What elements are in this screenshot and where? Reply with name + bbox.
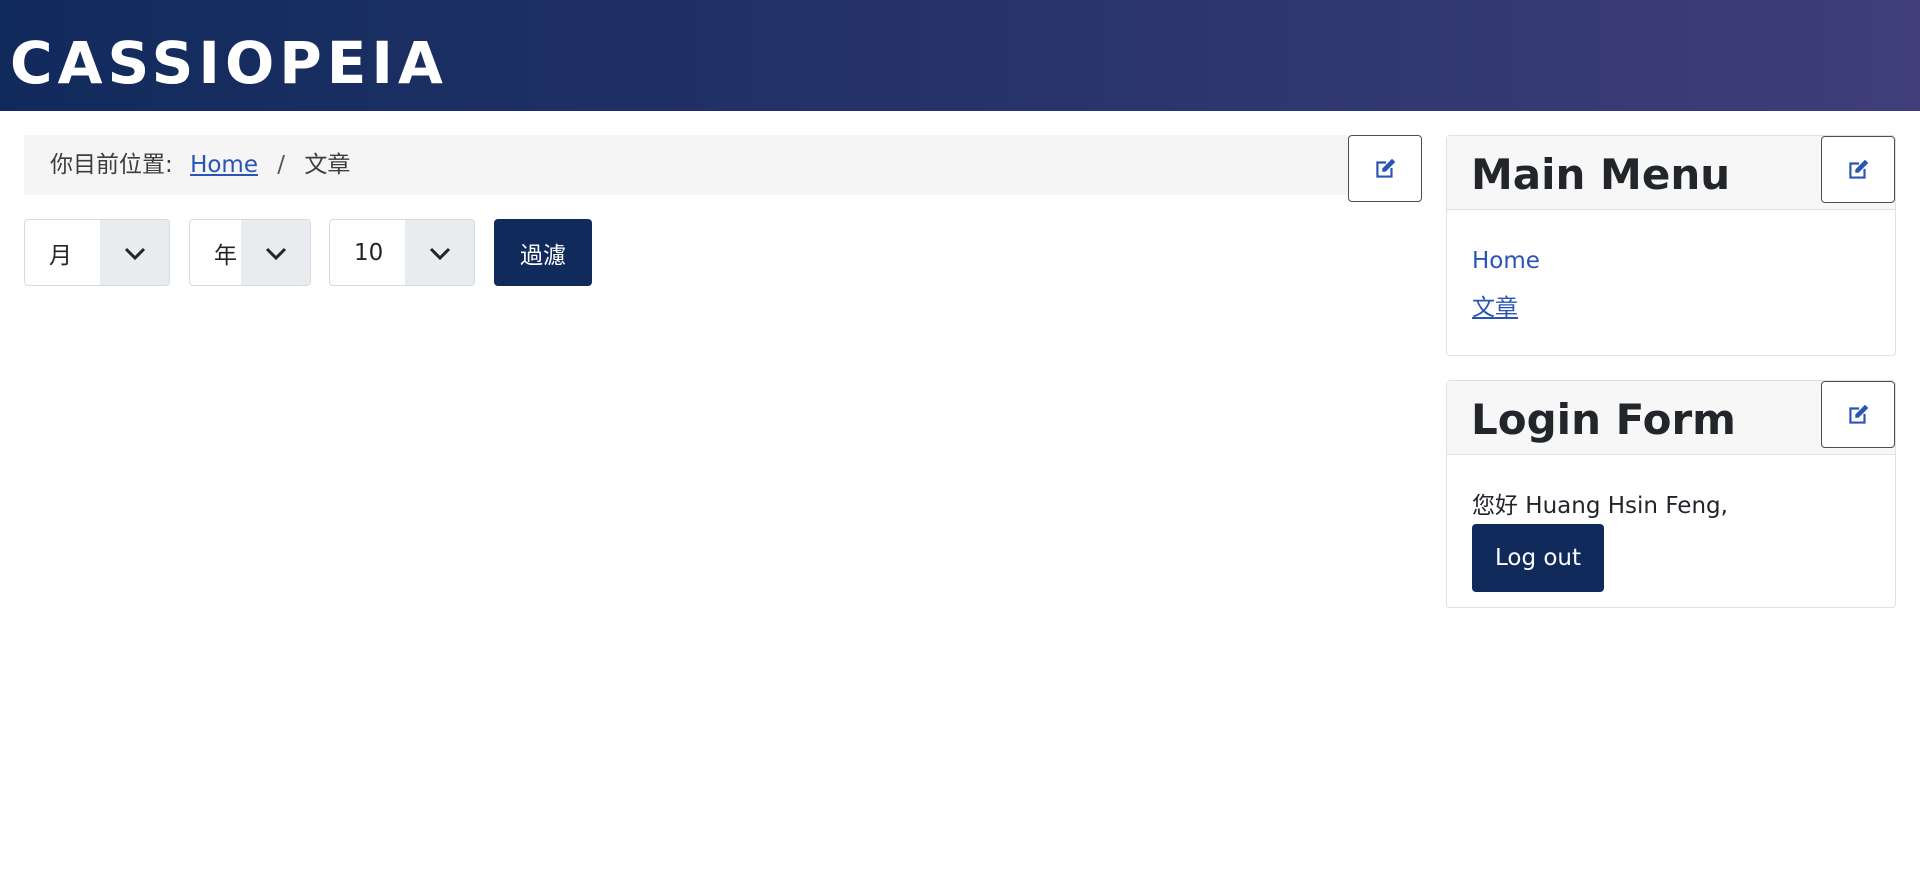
year-select[interactable]: 年 — [189, 219, 311, 286]
breadcrumb-trail: 你目前位置: Home / 文章 — [50, 150, 350, 180]
login-greeting: 您好 Huang Hsin Feng, — [1472, 493, 1728, 519]
limit-select-toggle[interactable] — [405, 220, 474, 285]
limit-select[interactable]: 10 — [329, 219, 475, 286]
breadcrumb: 你目前位置: Home / 文章 — [24, 135, 1349, 195]
breadcrumb-home-link[interactable]: Home — [190, 152, 258, 178]
edit-icon — [1849, 159, 1869, 179]
filter-button[interactable]: 過濾 — [494, 219, 592, 286]
limit-select-value: 10 — [354, 239, 384, 266]
main-menu-item-home[interactable]: Home — [1472, 246, 1540, 276]
login-form-module: Login Form 您好 Huang Hsin Feng, Log out — [1446, 380, 1896, 608]
chevron-down-icon — [124, 247, 145, 260]
main-menu-item-articles[interactable]: 文章 — [1472, 293, 1518, 323]
logout-button[interactable]: Log out — [1472, 524, 1604, 592]
breadcrumb-prefix: 你目前位置: — [50, 152, 173, 178]
chevron-down-icon — [265, 247, 286, 260]
main-menu-edit-button[interactable] — [1821, 136, 1895, 203]
year-select-toggle[interactable] — [241, 220, 310, 285]
site-brand[interactable]: CASSIOPEIA — [10, 28, 448, 98]
login-form-edit-button[interactable] — [1821, 381, 1895, 448]
site-header: CASSIOPEIA — [0, 0, 1920, 111]
month-select-value: 月 — [49, 242, 72, 269]
main-menu-module: Main Menu Home 文章 — [1446, 135, 1896, 356]
login-form-title: Login Form — [1471, 395, 1736, 444]
year-select-value: 年 — [214, 242, 237, 269]
breadcrumb-separator: / — [277, 152, 286, 178]
chevron-down-icon — [429, 247, 450, 260]
edit-icon — [1376, 158, 1396, 178]
login-form-header: Login Form — [1447, 381, 1895, 455]
breadcrumb-edit-button[interactable] — [1348, 135, 1422, 202]
main-menu-header: Main Menu — [1447, 136, 1895, 210]
month-select-toggle[interactable] — [100, 220, 169, 285]
breadcrumb-current: 文章 — [304, 152, 351, 178]
month-select[interactable]: 月 — [24, 219, 170, 286]
edit-icon — [1849, 404, 1869, 424]
main-menu-title: Main Menu — [1471, 150, 1731, 199]
